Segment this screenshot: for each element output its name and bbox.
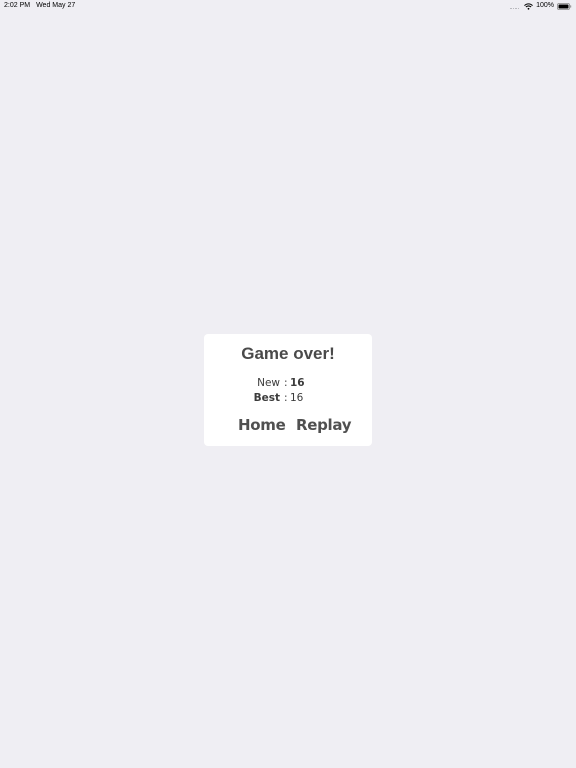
new-score-label: New — [257, 377, 280, 389]
status-bar: 2:02 PM Wed May 27 100% — [0, 0, 576, 12]
cellular-signal-icon — [510, 3, 520, 9]
battery-percent: 100% — [536, 2, 554, 9]
best-score-separator: : — [284, 392, 288, 404]
new-score-value: 16 — [290, 377, 305, 389]
best-score-row: Best : 16 — [204, 392, 372, 406]
game-over-dialog: Game over! New : 16 Best : 16 Home Repla… — [204, 334, 372, 446]
replay-button[interactable]: Replay — [296, 416, 352, 434]
new-score-row: New : 16 — [204, 377, 372, 391]
home-button[interactable]: Home — [238, 416, 286, 434]
dialog-title: Game over! — [241, 344, 335, 363]
status-date: Wed May 27 — [36, 2, 76, 9]
wifi-icon — [524, 2, 533, 10]
best-score-label: Best — [253, 392, 280, 404]
battery-icon — [557, 2, 572, 10]
new-score-separator: : — [284, 377, 288, 389]
status-time: 2:02 PM — [4, 2, 31, 9]
best-score-value: 16 — [290, 392, 304, 404]
